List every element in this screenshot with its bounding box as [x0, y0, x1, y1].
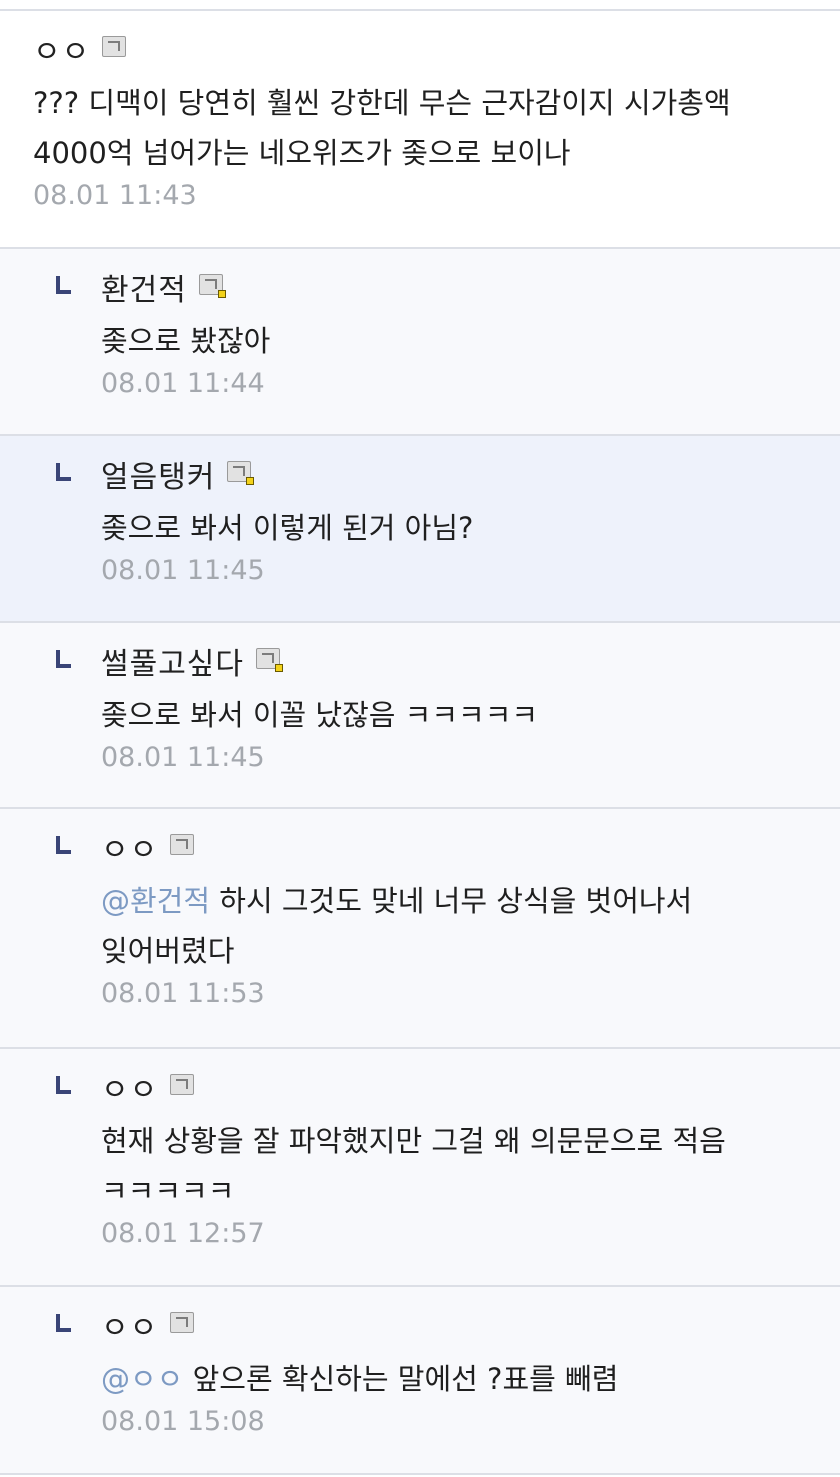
reply-text: 현재 상황을 잘 파악했지만 그걸 왜 의문문으로 적음 ㅋㅋㅋㅋㅋ	[101, 1124, 726, 1208]
reply-arrow-icon	[54, 650, 72, 668]
reply-arrow-icon	[54, 1314, 72, 1332]
reply-arrow-icon	[54, 1076, 72, 1094]
comment-item: ㅇㅇ ??? 디맥이 당연히 훨씬 강한데 무슨 근자감이지 시가총액 4000…	[0, 11, 840, 249]
gallery-member-icon	[102, 35, 127, 57]
fixed-nick-gallery-icon	[227, 460, 255, 485]
reply-arrow-icon	[54, 836, 72, 854]
reply-text: 좆으로 봐서 이렇게 된거 아님?	[101, 511, 474, 545]
reply-body: ㅇㅇ @ㅇㅇ 앞으론 확신하는 말에선 ?표를 빼렴 08.01 15:08	[101, 1305, 810, 1442]
reply-item: ㅇㅇ 현재 상황을 잘 파악했지만 그걸 왜 의문문으로 적음 ㅋㅋㅋㅋㅋ 08…	[0, 1049, 840, 1287]
mention-link[interactable]: @ㅇㅇ	[101, 1362, 183, 1396]
author-line: 썰풀고싶다	[101, 639, 810, 683]
reply-date: 08.01 11:44	[101, 368, 265, 399]
reply-text: @ㅇㅇ 앞으론 확신하는 말에선 ?표를 빼렴	[101, 1354, 810, 1404]
author-line: ㅇㅇ	[101, 1065, 810, 1109]
reply-date: 08.01 11:45	[101, 742, 265, 773]
author-nickname[interactable]: ㅇㅇ	[101, 825, 158, 869]
reply-item: 썰풀고싶다 좆으로 봐서 이꼴 났잖음 ㅋㅋㅋㅋㅋ 08.01 11:45	[0, 623, 840, 809]
reply-body: 얼음탱커 좆으로 봐서 이렇게 된거 아님? 08.01 11:45	[101, 454, 810, 591]
reply-date: 08.01 11:45	[101, 555, 265, 586]
author-nickname[interactable]: ㅇㅇ	[101, 1303, 158, 1347]
gallery-member-icon	[170, 1311, 195, 1333]
reply-item-highlighted: 얼음탱커 좆으로 봐서 이렇게 된거 아님? 08.01 11:45	[0, 436, 840, 623]
reply-body: ㅇㅇ 현재 상황을 잘 파악했지만 그걸 왜 의문문으로 적음 ㅋㅋㅋㅋㅋ 08…	[101, 1067, 810, 1254]
reply-item: 환건적 좆으로 봤잖아 08.01 11:44	[0, 249, 840, 436]
reply-body: ㅇㅇ @환건적 하시 그것도 맞네 너무 상식을 벗어나서 잊어버렸다 08.0…	[101, 827, 810, 1014]
reply-text-content: 앞으론 확신하는 말에선 ?표를 빼렴	[192, 1362, 619, 1396]
reply-text: 좆으로 봤잖아	[101, 324, 271, 358]
reply-item: ㅇㅇ @환건적 하시 그것도 맞네 너무 상식을 벗어나서 잊어버렸다 08.0…	[0, 809, 840, 1049]
author-line: ㅇㅇ	[101, 825, 810, 869]
author-line: ㅇㅇ	[33, 27, 810, 71]
reply-date: 08.01 11:53	[101, 978, 265, 1009]
gallery-member-icon	[170, 833, 195, 855]
author-nickname[interactable]: ㅇㅇ	[33, 27, 90, 71]
author-line: ㅇㅇ	[101, 1303, 810, 1347]
gallery-member-icon	[170, 1073, 195, 1095]
fixed-nick-gallery-icon	[198, 273, 226, 298]
author-nickname[interactable]: ㅇㅇ	[101, 1065, 158, 1109]
comment-text: ??? 디맥이 당연히 훨씬 강한데 무슨 근자감이지 시가총액 4000억 넘…	[33, 86, 731, 170]
reply-item: ㅇㅇ @ㅇㅇ 앞으론 확신하는 말에선 ?표를 빼렴 08.01 15:08	[0, 1287, 840, 1475]
reply-arrow-icon	[54, 276, 72, 294]
comment-body: ㅇㅇ ??? 디맥이 당연히 훨씬 강한데 무슨 근자감이지 시가총액 4000…	[33, 29, 810, 216]
fixed-nick-gallery-icon	[256, 647, 283, 672]
reply-body: 환건적 좆으로 봤잖아 08.01 11:44	[101, 267, 810, 404]
reply-date: 08.01 12:57	[101, 1218, 265, 1249]
reply-date: 08.01 15:08	[101, 1406, 265, 1437]
mention-link[interactable]: @환건적	[101, 884, 210, 918]
author-nickname[interactable]: 환건적	[101, 265, 187, 309]
author-line: 환건적	[101, 265, 810, 309]
reply-body: 썰풀고싶다 좆으로 봐서 이꼴 났잖음 ㅋㅋㅋㅋㅋ 08.01 11:45	[101, 641, 810, 778]
author-nickname[interactable]: 얼음탱커	[101, 452, 215, 496]
comment-date: 08.01 11:43	[33, 180, 197, 211]
reply-arrow-icon	[54, 463, 72, 481]
reply-text: @환건적 하시 그것도 맞네 너무 상식을 벗어나서 잊어버렸다	[101, 876, 810, 976]
author-nickname[interactable]: 썰풀고싶다	[101, 639, 244, 683]
reply-text: 좆으로 봐서 이꼴 났잖음 ㅋㅋㅋㅋㅋ	[101, 698, 539, 732]
author-line: 얼음탱커	[101, 452, 810, 496]
